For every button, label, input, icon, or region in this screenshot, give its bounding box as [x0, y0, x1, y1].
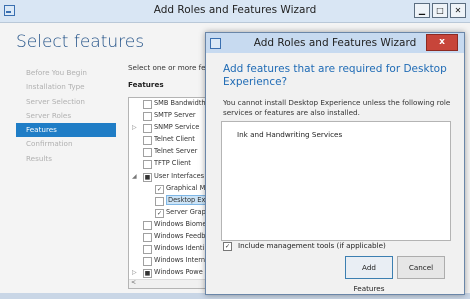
feature-label: TFTP Client — [154, 159, 191, 168]
expand-icon[interactable]: ▷ — [132, 269, 138, 276]
feature-label: Windows Powe — [154, 268, 203, 277]
dialog-title-bar: Add Roles and Features Wizard x — [206, 33, 464, 53]
dialog-heading: Add features that are required for Deskt… — [223, 63, 447, 88]
feature-row[interactable]: Windows Identi — [129, 243, 213, 255]
maximize-button[interactable]: □ — [432, 3, 448, 18]
feature-row[interactable]: ◢ ■ User Interfaces a — [129, 171, 213, 183]
nav-item[interactable]: Confirmation — [16, 137, 116, 151]
feature-row[interactable]: ▷ SNMP Service — [129, 122, 213, 134]
nav-item[interactable]: Server Selection — [16, 95, 116, 109]
feature-checkbox[interactable]: ■ — [143, 269, 152, 279]
cancel-button[interactable]: Cancel — [397, 256, 445, 279]
feature-row[interactable]: Telnet Client — [129, 134, 213, 146]
feature-checkbox[interactable] — [143, 112, 152, 122]
page-title: Select features — [16, 32, 145, 52]
add-features-button[interactable]: Add Features — [345, 256, 393, 293]
required-features-dialog: Add Roles and Features Wizard x Add feat… — [205, 32, 465, 295]
feature-label: SMTP Server — [154, 111, 196, 120]
window-title: Add Roles and Features Wizard — [153, 4, 317, 16]
features-panel: Select one or more featu Features — [128, 63, 218, 89]
title-bar: Add Roles and Features Wizard ▁ □ ✕ — [0, 0, 470, 23]
feature-row[interactable]: SMB Bandwidth — [129, 98, 213, 110]
feature-checkbox[interactable]: ■ — [143, 172, 152, 182]
dialog-message: You cannot install Desktop Experience un… — [223, 98, 451, 117]
feature-checkbox[interactable] — [143, 245, 152, 255]
feature-row[interactable]: SMTP Server — [129, 110, 213, 122]
features-header: Features — [128, 80, 164, 89]
feature-label: Windows Intern — [154, 256, 206, 265]
feature-label: User Interfaces a — [154, 171, 211, 180]
feature-label: Windows Feedb — [154, 232, 206, 241]
feature-label: SMB Bandwidth — [154, 99, 206, 107]
required-features-list: Ink and Handwriting Services — [221, 121, 451, 241]
horizontal-scrollbar[interactable] — [129, 279, 213, 288]
feature-row[interactable]: Desktop Exp — [129, 194, 213, 207]
wizard-nav: Before You Begin Installation Type Server … — [16, 66, 116, 166]
feature-row[interactable]: ✓ Server Graph — [129, 207, 213, 219]
include-tools-option[interactable]: ✓ Include management tools (if applicable… — [223, 241, 386, 251]
feature-label: Windows Biome — [154, 219, 207, 228]
feature-label: Server Graph — [166, 207, 210, 216]
feature-checkbox[interactable]: ✓ — [155, 208, 164, 218]
feature-checkbox[interactable] — [143, 100, 152, 109]
feature-checkbox[interactable] — [143, 136, 152, 146]
feature-checkbox[interactable] — [155, 196, 164, 206]
minimize-button[interactable]: ▁ — [414, 3, 430, 18]
feature-row[interactable]: Windows Intern — [129, 255, 213, 267]
expand-icon[interactable]: ▷ — [132, 124, 138, 131]
feature-checkbox[interactable] — [143, 257, 152, 267]
feature-label: Graphical Mi — [166, 183, 208, 192]
features-tree[interactable]: SMB Bandwidth SMTP Server ▷ SNMP Service Tel… — [128, 97, 214, 289]
dialog-close-button[interactable]: x — [426, 34, 458, 51]
feature-checkbox[interactable] — [143, 233, 152, 243]
feature-checkbox[interactable]: ✓ — [155, 184, 164, 194]
feature-checkbox[interactable] — [143, 220, 152, 230]
nav-item[interactable]: Before You Begin — [16, 66, 116, 80]
close-button[interactable]: ✕ — [450, 3, 466, 18]
nav-item[interactable]: Features — [16, 123, 116, 138]
feature-label: Telnet Server — [154, 147, 198, 156]
feature-checkbox[interactable] — [143, 124, 152, 134]
required-feature-item: Ink and Handwriting Services — [237, 130, 343, 139]
feature-checkbox[interactable] — [143, 148, 152, 158]
checkbox-checked[interactable]: ✓ — [223, 241, 232, 251]
feature-label: SNMP Service — [154, 123, 200, 132]
nav-item[interactable]: Server Roles — [16, 109, 116, 123]
feature-row[interactable]: Windows Feedb — [129, 231, 213, 243]
expand-icon[interactable]: ◢ — [132, 173, 138, 180]
feature-row[interactable]: ▷ ■ Windows Powe — [129, 267, 213, 279]
window-controls: ▁ □ ✕ — [414, 3, 466, 18]
instruction-text: Select one or more featu — [128, 63, 218, 72]
feature-label: Windows Identi — [154, 244, 205, 253]
nav-item[interactable]: Installation Type — [16, 80, 116, 94]
feature-row[interactable]: Windows Biome — [129, 219, 213, 231]
feature-row[interactable]: Telnet Server — [129, 146, 213, 158]
feature-row[interactable]: TFTP Client — [129, 158, 213, 170]
feature-row[interactable]: ✓ Graphical Mi — [129, 183, 213, 195]
include-tools-label: Include management tools (if applicable) — [238, 241, 386, 250]
feature-label: Telnet Client — [154, 135, 195, 144]
feature-checkbox[interactable] — [143, 160, 152, 170]
nav-item[interactable]: Results — [16, 152, 116, 166]
